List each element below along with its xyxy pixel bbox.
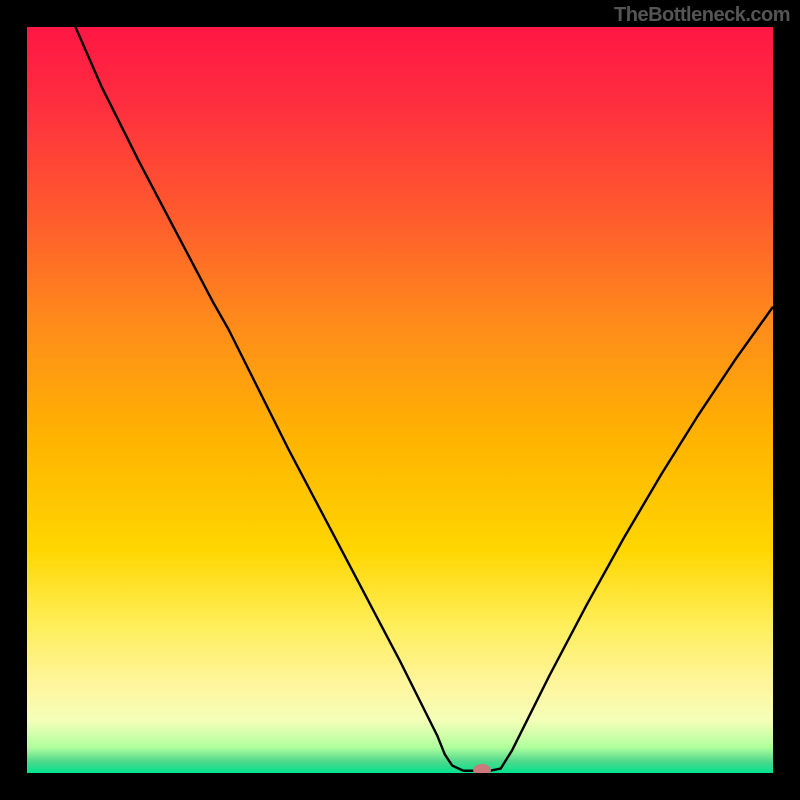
chart-svg <box>0 0 800 800</box>
watermark-text: TheBottleneck.com <box>614 4 790 27</box>
bottleneck-chart: TheBottleneck.com <box>0 0 800 800</box>
